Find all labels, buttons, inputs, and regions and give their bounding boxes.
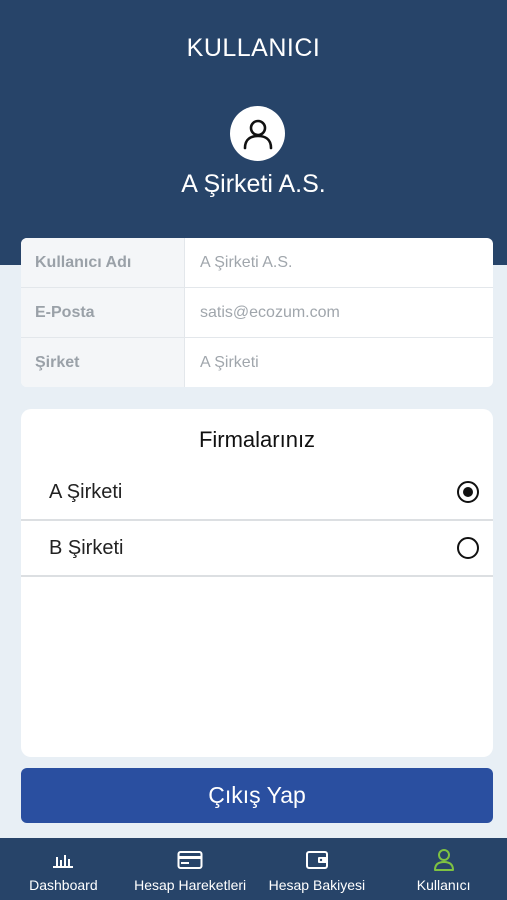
firm-option-b[interactable]: B Şirketi [21, 521, 493, 577]
tab-label: Hesap Hareketleri [134, 877, 247, 893]
info-label: E-Posta [21, 288, 185, 337]
user-info-card: Kullanıcı Adı A Şirketi A.S. E-Posta sat… [21, 238, 493, 387]
bottom-tab-bar: Dashboard Hesap Hareketleri Hesap Bakiye… [0, 838, 507, 900]
bar-chart-icon [51, 848, 75, 872]
tab-kullanici[interactable]: Kullanıcı [380, 838, 507, 900]
firm-name: B Şirketi [49, 536, 124, 559]
header: KULLANICI A Şirketi A.S. [0, 0, 507, 265]
logout-button[interactable]: Çıkış Yap [21, 768, 493, 823]
firm-option-a[interactable]: A Şirketi [21, 465, 493, 521]
radio-selected-icon[interactable] [457, 481, 479, 503]
firms-card: Firmalarınız A Şirketi B Şirketi [21, 409, 493, 757]
user-icon [433, 848, 455, 872]
radio-unselected-icon[interactable] [457, 537, 479, 559]
info-value: A Şirketi [200, 353, 259, 371]
page-title: KULLANICI [186, 34, 321, 62]
info-value: A Şirketi A.S. [200, 253, 293, 271]
user-avatar-icon [243, 119, 272, 149]
info-label: Şirket [21, 338, 185, 387]
tab-label: Hesap Bakiyesi [268, 877, 366, 893]
firm-name: A Şirketi [49, 480, 123, 503]
info-row-email: E-Posta satis@ecozum.com [21, 288, 493, 338]
avatar [230, 106, 285, 161]
info-value: satis@ecozum.com [200, 303, 340, 321]
tab-hesap-hareketleri[interactable]: Hesap Hareketleri [127, 838, 254, 900]
info-label: Kullanıcı Adı [21, 238, 185, 287]
tab-label: Dashboard [29, 877, 98, 893]
firms-title: Firmalarınız [198, 427, 316, 452]
tab-label: Kullanıcı [416, 877, 471, 893]
tab-dashboard[interactable]: Dashboard [0, 838, 127, 900]
info-row-username: Kullanıcı Adı A Şirketi A.S. [21, 238, 493, 288]
info-row-company: Şirket A Şirketi [21, 338, 493, 387]
tab-hesap-bakiyesi[interactable]: Hesap Bakiyesi [254, 838, 381, 900]
user-name: A Şirketi A.S. [181, 170, 326, 198]
wallet-icon [305, 848, 329, 872]
credit-card-icon [177, 848, 203, 872]
